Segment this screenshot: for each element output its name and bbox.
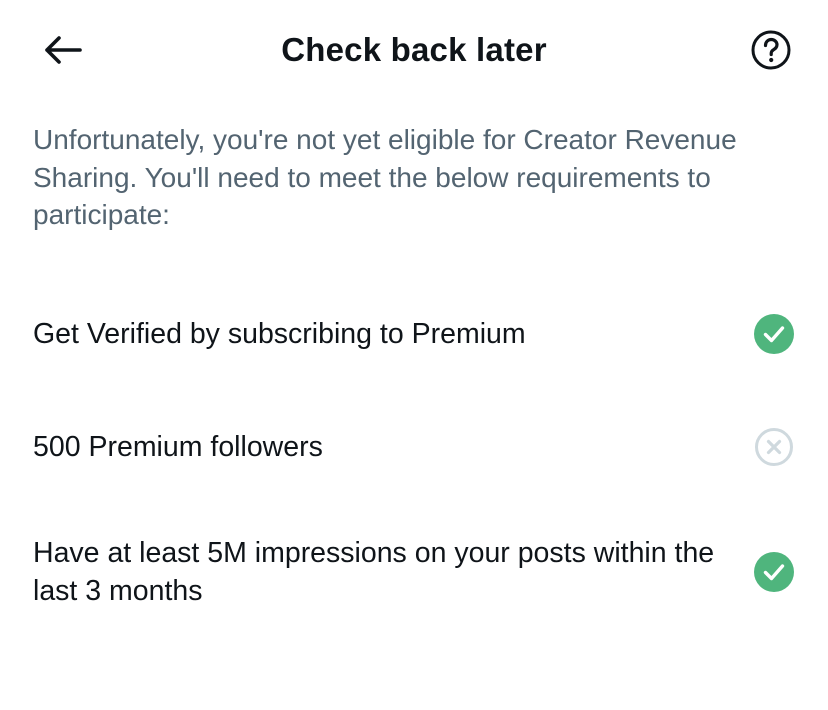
eligibility-message: Unfortunately, you're not yet eligible f…	[33, 124, 737, 230]
requirement-label: 500 Premium followers	[33, 431, 323, 463]
check-circle-icon	[753, 551, 795, 593]
requirement-verified: Get Verified by subscribing to Premium	[33, 313, 795, 355]
x-circle-icon	[753, 426, 795, 468]
help-button[interactable]	[749, 28, 793, 72]
requirement-followers: 500 Premium followers	[33, 426, 795, 468]
page-title: Check back later	[281, 31, 547, 68]
question-circle-icon	[751, 30, 791, 70]
check-circle-icon	[753, 313, 795, 355]
requirement-label: Have at least 5M impressions on your pos…	[33, 537, 715, 607]
requirement-label: Get Verified by subscribing to Premium	[33, 318, 526, 350]
top-bar: Check back later	[0, 0, 828, 100]
requirement-impressions: Have at least 5M impressions on your pos…	[33, 534, 795, 610]
